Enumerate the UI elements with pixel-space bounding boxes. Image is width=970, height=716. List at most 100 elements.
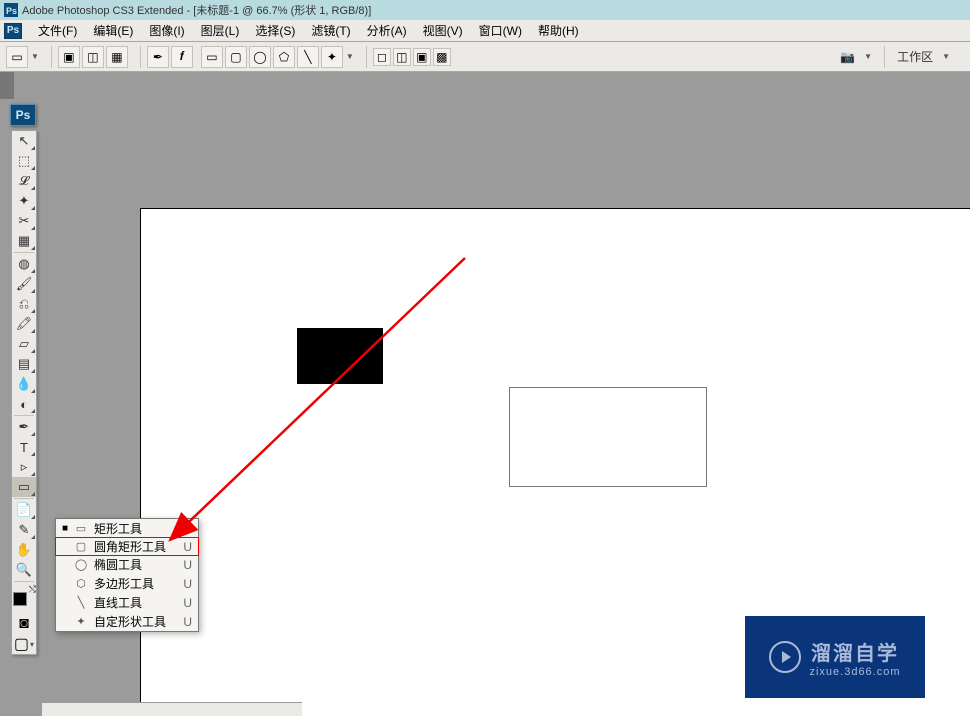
shape-tool-group: ▭ ▢ ◯ ⬠ ╲ ✦ ▼ <box>201 46 360 68</box>
watermark-title: 溜溜自学 <box>809 637 900 666</box>
slice-tool[interactable]: ▦ <box>12 231 36 251</box>
dock-tab-strip[interactable] <box>0 72 14 99</box>
flyout-label: 矩形工具 <box>94 520 174 537</box>
ps-menu-icon[interactable]: Ps <box>4 23 22 39</box>
screen-mode-toggle[interactable]: ▢▾ <box>12 634 36 654</box>
polygon-icon: ⬡ <box>74 577 88 591</box>
flyout-label: 直线工具 <box>94 594 174 611</box>
pen-tool[interactable]: ✒ <box>12 417 36 437</box>
workspace-selector[interactable]: 📷 ▼ 工作区 ▼ <box>836 46 964 68</box>
healing-brush-tool[interactable]: ◍ <box>12 254 36 274</box>
menu-file[interactable]: 文件(F) <box>30 20 85 41</box>
flyout-ellipse-tool[interactable]: ◯ 椭圆工具 U <box>56 555 198 574</box>
flyout-shortcut: U <box>180 558 192 572</box>
menu-view[interactable]: 视图(V) <box>415 20 471 41</box>
magic-wand-tool[interactable]: ✦ <box>12 191 36 211</box>
selected-dot-icon: ■ <box>62 523 68 534</box>
swap-colors-icon[interactable]: ⤭ <box>29 584 36 595</box>
zoom-tool[interactable]: 🔍 <box>12 560 36 580</box>
shape-options-dropdown-icon[interactable]: ▼ <box>346 52 354 61</box>
notes-tool[interactable]: 📄 <box>12 500 36 520</box>
path-intersect[interactable]: ▣ <box>413 48 431 66</box>
rounded-rect-icon: ▢ <box>74 540 88 554</box>
shape-tool[interactable]: ▭ <box>12 477 36 497</box>
hand-tool[interactable]: ✋ <box>12 540 36 560</box>
brush-tool[interactable]: 🖌 <box>12 274 36 294</box>
options-bar: ▭ ▼ ▣ ◫ ▦ ✒ 𝒇 ▭ ▢ ◯ ⬠ ╲ ✦ ▼ ◻ ◫ ▣ ▩ 📷 ▼ … <box>0 42 970 72</box>
flyout-shortcut: U <box>180 615 192 629</box>
menu-edit[interactable]: 编辑(E) <box>85 20 141 41</box>
flyout-shortcut: U <box>180 540 192 554</box>
crop-tool[interactable]: ✂ <box>12 211 36 231</box>
shape-rounded-rect[interactable]: ▢ <box>225 46 247 68</box>
custom-shape-icon: ✦ <box>74 615 88 629</box>
play-icon <box>769 641 801 673</box>
tool-preset[interactable]: ▭ <box>6 46 28 68</box>
flyout-shortcut: U <box>180 577 192 591</box>
flyout-shortcut: U <box>180 522 192 536</box>
menu-help[interactable]: 帮助(H) <box>530 20 587 41</box>
flyout-label: 自定形状工具 <box>94 613 174 630</box>
mode-paths[interactable]: ◫ <box>82 46 104 68</box>
dock-handle-icon <box>1 74 13 82</box>
eraser-tool[interactable]: ▱ <box>12 334 36 354</box>
clone-stamp-tool[interactable]: ⎌ <box>12 294 36 314</box>
mode-fill-pixels[interactable]: ▦ <box>106 46 128 68</box>
path-subtract[interactable]: ◫ <box>393 48 411 66</box>
svg-text:Ps: Ps <box>6 6 17 16</box>
window-title: Adobe Photoshop CS3 Extended - [未标题-1 @ … <box>22 2 371 18</box>
freeform-pen-option[interactable]: 𝒇 <box>171 46 193 68</box>
divider <box>884 46 885 68</box>
shape-custom[interactable]: ✦ <box>321 46 343 68</box>
quick-mask-toggle[interactable]: ◙ <box>12 614 36 634</box>
path-selection-tool[interactable]: ▹ <box>12 457 36 477</box>
shape-polygon[interactable]: ⬠ <box>273 46 295 68</box>
divider <box>140 46 141 68</box>
lasso-tool[interactable]: 𝓛 <box>12 171 36 191</box>
dropdown-icon: ▼ <box>860 52 876 61</box>
dodge-tool[interactable]: ◐ <box>12 394 36 414</box>
pen-option[interactable]: ✒ <box>147 46 169 68</box>
eyedropper-tool[interactable]: ✎ <box>12 520 36 540</box>
flyout-polygon-tool[interactable]: ⬡ 多边形工具 U <box>56 574 198 593</box>
divider <box>366 46 367 68</box>
menu-window[interactable]: 窗口(W) <box>471 20 530 41</box>
path-add[interactable]: ◻ <box>373 48 391 66</box>
panel-ps-icon[interactable]: Ps <box>10 104 36 126</box>
menu-select[interactable]: 选择(S) <box>247 20 303 41</box>
menu-filter[interactable]: 滤镜(T) <box>303 20 358 41</box>
separator <box>14 415 34 416</box>
path-exclude[interactable]: ▩ <box>433 48 451 66</box>
marquee-tool[interactable]: ⬚ <box>12 151 36 171</box>
mode-shape-layers[interactable]: ▣ <box>58 46 80 68</box>
flyout-rounded-rectangle-tool[interactable]: ▢ 圆角矩形工具 U <box>55 537 199 556</box>
move-tool[interactable]: ↖ <box>12 131 36 151</box>
color-swatches[interactable]: ⤭ <box>12 586 36 612</box>
watermark-url: zixue.3d66.com <box>809 666 900 678</box>
shape-ellipse[interactable]: ◯ <box>249 46 271 68</box>
shape-tool-flyout: ■ ▭ 矩形工具 U ▢ 圆角矩形工具 U ◯ 椭圆工具 U ⬡ 多边形工具 U… <box>55 518 199 632</box>
shape-outline-rectangle[interactable] <box>509 387 707 487</box>
workspace-dropdown-icon: ▼ <box>938 52 954 61</box>
type-tool[interactable]: T <box>12 437 36 457</box>
separator <box>14 252 34 253</box>
menu-image[interactable]: 图像(I) <box>141 20 192 41</box>
preset-dropdown-icon[interactable]: ▼ <box>31 52 39 61</box>
foreground-color[interactable] <box>13 592 27 606</box>
shape-black-rectangle[interactable] <box>297 328 383 384</box>
menu-layer[interactable]: 图层(L) <box>193 20 248 41</box>
flyout-line-tool[interactable]: ╲ 直线工具 U <box>56 593 198 612</box>
path-op-group: ◻ ◫ ▣ ▩ <box>373 48 457 66</box>
blur-tool[interactable]: 💧 <box>12 374 36 394</box>
history-brush-tool[interactable]: 🖍 <box>12 314 36 334</box>
flyout-custom-shape-tool[interactable]: ✦ 自定形状工具 U <box>56 612 198 631</box>
shape-rectangle[interactable]: ▭ <box>201 46 223 68</box>
shape-mode-group: ▣ ◫ ▦ <box>58 46 134 68</box>
gradient-tool[interactable]: ▤ <box>12 354 36 374</box>
flyout-label: 多边形工具 <box>94 575 174 592</box>
menu-analysis[interactable]: 分析(A) <box>359 20 415 41</box>
shape-line[interactable]: ╲ <box>297 46 319 68</box>
toolbox: ↖ ⬚ 𝓛 ✦ ✂ ▦ ◍ 🖌 ⎌ 🖍 ▱ ▤ 💧 ◐ ✒ T ▹ ▭ 📄 ✎ … <box>11 130 37 655</box>
flyout-rectangle-tool[interactable]: ■ ▭ 矩形工具 U <box>56 519 198 538</box>
menu-bar: Ps 文件(F) 编辑(E) 图像(I) 图层(L) 选择(S) 滤镜(T) 分… <box>0 20 970 42</box>
